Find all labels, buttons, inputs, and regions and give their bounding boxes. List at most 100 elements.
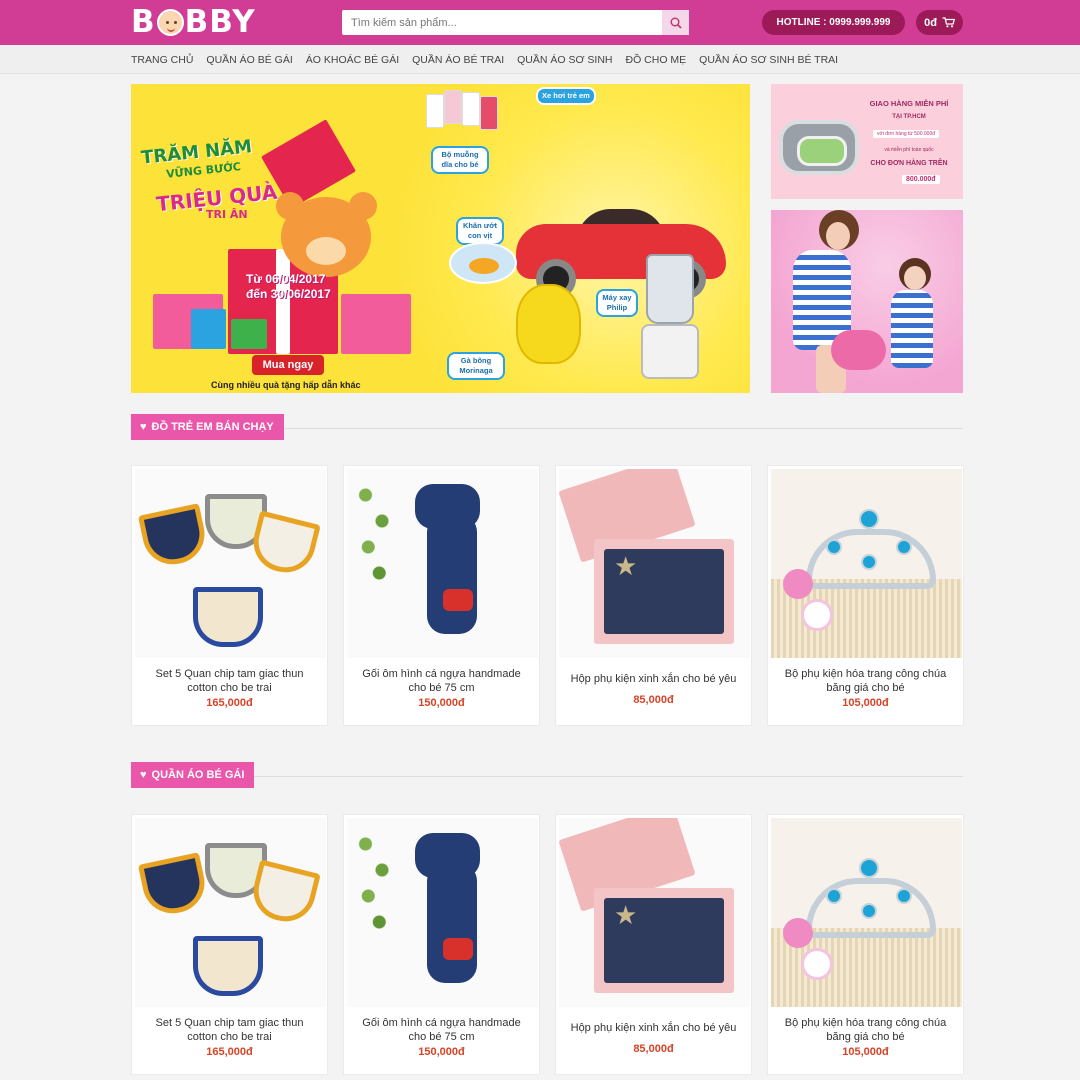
- mother-daughter-banner[interactable]: [771, 210, 963, 393]
- product-card[interactable]: Set 5 Quan chip tam giac thun cotton cho…: [131, 465, 328, 726]
- rocker-toy: [831, 330, 886, 370]
- search-button[interactable]: [662, 10, 689, 35]
- product-name[interactable]: Gối ôm hình cá ngựa handmade cho bé 75 c…: [354, 667, 529, 695]
- product-name[interactable]: Set 5 Quan chip tam giac thun cotton cho…: [142, 667, 317, 695]
- plant-leaves: [349, 469, 404, 599]
- product-image-princess-crown[interactable]: [771, 818, 962, 1007]
- crown-gem: [859, 509, 879, 529]
- section-divider: [131, 776, 963, 777]
- product-price: 105,000đ: [842, 1046, 889, 1058]
- gift-box-pink-right: [341, 294, 411, 354]
- search-box: [342, 10, 689, 35]
- star-clip: ★: [614, 900, 638, 930]
- product-card[interactable]: Bộ phụ kiện hóa trang công chúa băng giá…: [767, 814, 964, 1075]
- shipping-price: 800.000đ: [902, 175, 940, 184]
- product-price: 105,000đ: [842, 697, 889, 709]
- product-name[interactable]: Hộp phụ kiện xinh xắn cho bé yêu: [566, 672, 741, 686]
- banner-line4: TRI ÂN: [206, 208, 248, 221]
- product-card[interactable]: Gối ôm hình cá ngựa handmade cho bé 75 c…: [343, 814, 540, 1075]
- product-name[interactable]: Bộ phụ kiện hóa trang công chúa băng giá…: [778, 667, 953, 695]
- product-image-accessory-box[interactable]: ★: [559, 469, 750, 658]
- product-price: 165,000đ: [206, 697, 253, 709]
- seahorse-body: [427, 863, 477, 983]
- crown-gem: [896, 888, 912, 904]
- tag-towel: Khăn ướt con vịt: [456, 217, 504, 245]
- hotline-badge[interactable]: HOTLINE : 0999.999.999: [762, 10, 905, 35]
- promo-banner-main[interactable]: TRĂM NĂM VỮNG BƯỚC TRIỆU QUÀ TRI ÂN Từ 0…: [131, 84, 750, 393]
- white-flower: [801, 599, 833, 631]
- tag-chick: Gà bông Morinaga: [447, 352, 505, 380]
- shipping-title: GIAO HÀNG MIỄN PHÍ: [869, 99, 949, 108]
- product-image-accessory-box[interactable]: ★: [559, 818, 750, 1007]
- product-price: 150,000đ: [418, 697, 465, 709]
- site-logo[interactable]: B BBY: [131, 4, 256, 40]
- crown-gem: [826, 539, 842, 555]
- duck-towel-image: [449, 242, 517, 284]
- section-title[interactable]: ♥ ĐỒ TRẺ EM BÁN CHẠY: [131, 414, 284, 440]
- main-nav: TRANG CHỦ QUẦN ÁO BÉ GÁI ÁO KHOÁC BÉ GÁI…: [131, 45, 851, 74]
- star-clip: ★: [614, 551, 638, 581]
- product-name[interactable]: Hộp phụ kiện xinh xắn cho bé yêu: [566, 1021, 741, 1035]
- nav-quan-ao-so-sinh[interactable]: QUẦN ÁO SƠ SINH: [517, 54, 612, 66]
- tag-blender: Máy xay Philip: [596, 289, 638, 317]
- girl-dress: [891, 290, 933, 368]
- product-name[interactable]: Set 5 Quan chip tam giac thun cotton cho…: [142, 1016, 317, 1044]
- nav-quan-ao-be-trai[interactable]: QUẦN ÁO BÉ TRAI: [412, 54, 504, 66]
- product-image-underwear[interactable]: [135, 818, 326, 1007]
- section-title-text: ĐỒ TRẺ EM BÁN CHẠY: [151, 421, 274, 433]
- product-card[interactable]: ★ Hộp phụ kiện xinh xắn cho bé yêu 85,00…: [555, 465, 752, 726]
- search-icon: [670, 17, 682, 29]
- section-title[interactable]: ♥ QUẦN ÁO BÉ GÁI: [131, 762, 255, 788]
- pink-flower: [783, 569, 813, 599]
- nav-do-cho-me[interactable]: ĐỒ CHO MẸ: [626, 54, 687, 66]
- chick-plush-image: [511, 279, 586, 379]
- shipping-line: CHO ĐƠN HÀNG TRÊN: [870, 160, 948, 167]
- cart-icon: [942, 17, 955, 28]
- shipping-note2: và miễn phí toàn quốc: [884, 147, 934, 153]
- tag-spoon: Bộ muỗng dĩa cho bé: [431, 146, 489, 174]
- nav-trang-chu[interactable]: TRANG CHỦ: [131, 54, 193, 66]
- crown-gem: [859, 858, 879, 878]
- gift-box-green: [231, 319, 267, 349]
- pink-flower: [783, 918, 813, 948]
- product-image-underwear[interactable]: [135, 469, 326, 658]
- baby-face-icon: [156, 8, 184, 36]
- product-image-seahorse-pillow[interactable]: [347, 469, 538, 658]
- nav-quan-ao-be-gai[interactable]: QUẦN ÁO BÉ GÁI: [206, 54, 292, 66]
- cart-total: 0đ: [924, 16, 937, 29]
- banner-date-from: Từ 06/04/2017: [246, 272, 326, 286]
- cart-button[interactable]: 0đ: [916, 10, 963, 35]
- buy-now-button[interactable]: Mua ngay: [252, 355, 324, 375]
- crown-gem: [861, 554, 877, 570]
- product-price: 85,000đ: [633, 694, 674, 706]
- product-image-seahorse-pillow[interactable]: [347, 818, 538, 1007]
- section-title-text: QUẦN ÁO BÉ GÁI: [151, 769, 245, 781]
- heart-icon: ♥: [140, 769, 147, 781]
- product-card[interactable]: Bộ phụ kiện hóa trang công chúa băng giá…: [767, 465, 964, 726]
- hotline-text: HOTLINE : 0999.999.999: [776, 17, 891, 28]
- nav-ao-khoac-be-gai[interactable]: ÁO KHOÁC BÉ GÁI: [306, 54, 399, 66]
- crown-gem: [861, 903, 877, 919]
- product-card[interactable]: ★ Hộp phụ kiện xinh xắn cho bé yêu 85,00…: [555, 814, 752, 1075]
- product-card[interactable]: Gối ôm hình cá ngựa handmade cho bé 75 c…: [343, 465, 540, 726]
- girl-face: [904, 266, 926, 290]
- nav-quan-ao-so-sinh-be-trai[interactable]: QUẦN ÁO SƠ SINH BÉ TRAI: [699, 54, 838, 66]
- seahorse-body: [427, 514, 477, 634]
- product-name[interactable]: Gối ôm hình cá ngựa handmade cho bé 75 c…: [354, 1016, 529, 1044]
- section-girls-clothing: ♥ QUẦN ÁO BÉ GÁI: [131, 762, 963, 790]
- white-flower: [801, 948, 833, 980]
- product-image-princess-crown[interactable]: [771, 469, 962, 658]
- crown-gem: [896, 539, 912, 555]
- free-shipping-banner[interactable]: GIAO HÀNG MIỄN PHÍ TẠI TP.HCM với đơn hà…: [771, 84, 963, 199]
- top-header: B BBY HOTLINE : 0999.999.999 0đ: [0, 0, 1080, 45]
- plant-leaves: [349, 818, 404, 948]
- seahorse-fin: [443, 938, 473, 960]
- search-input[interactable]: [342, 10, 662, 35]
- banner-date: Từ 06/04/2017 đến 30/06/2017: [246, 272, 331, 302]
- race-track-image: [779, 120, 859, 175]
- blender-image: [641, 254, 701, 379]
- product-name[interactable]: Bộ phụ kiện hóa trang công chúa băng giá…: [778, 1016, 953, 1044]
- crown-gem: [826, 888, 842, 904]
- logo-letters: BBY: [184, 4, 256, 40]
- product-card[interactable]: Set 5 Quan chip tam giac thun cotton cho…: [131, 814, 328, 1075]
